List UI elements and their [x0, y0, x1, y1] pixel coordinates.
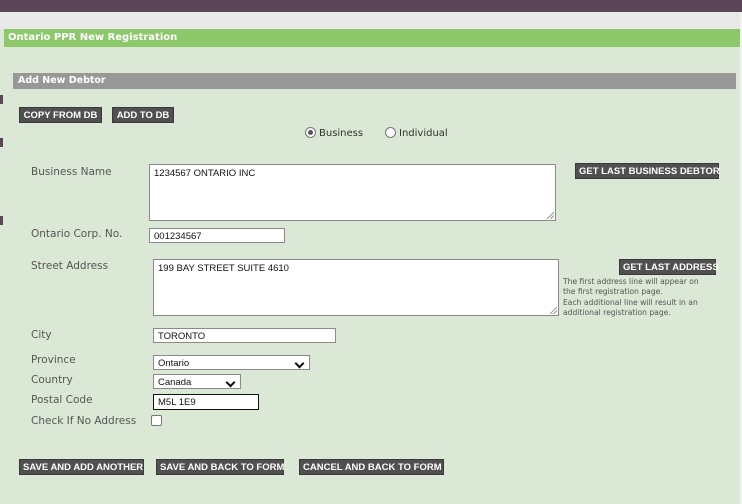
- section-title: Add New Debtor: [13, 73, 736, 89]
- street-address-field[interactable]: 199 BAY STREET SUITE 4610: [153, 259, 559, 316]
- cancel-and-back-to-form-button[interactable]: CANCEL AND BACK TO FORM: [299, 459, 444, 475]
- country-label: Country: [31, 374, 73, 386]
- save-and-back-to-form-button[interactable]: SAVE AND BACK TO FORM: [156, 459, 284, 475]
- address-note-line: the first registration page.: [563, 287, 663, 297]
- radio-business-indicator[interactable]: [305, 127, 316, 138]
- corp-no-label: Ontario Corp. No.: [31, 228, 123, 240]
- business-name-field[interactable]: 1234567 ONTARIO INC: [149, 164, 556, 221]
- address-note-line: The first address line will appear on: [563, 277, 699, 286]
- radio-business-label: Business: [319, 128, 364, 139]
- address-note-line: additional registration page.: [563, 307, 671, 317]
- province-value: Ontario: [158, 358, 190, 369]
- business-name-label: Business Name: [31, 166, 112, 178]
- postal-code-value: M5L 1E9: [158, 397, 196, 408]
- radio-individual[interactable]: Individual: [385, 127, 448, 139]
- corp-no-field[interactable]: 001234567: [149, 228, 285, 243]
- country-select[interactable]: Canada: [153, 374, 241, 389]
- address-note: The first address line will appear on th…: [563, 277, 735, 318]
- copy-from-db-button[interactable]: COPY FROM DB: [19, 107, 102, 123]
- add-to-db-button[interactable]: ADD TO DB: [112, 107, 174, 123]
- street-address-value: 199 BAY STREET SUITE 4610: [158, 263, 289, 274]
- address-note-line: Each additional line will result in an: [563, 297, 698, 307]
- city-label: City: [31, 329, 52, 341]
- city-field[interactable]: TORONTO: [153, 328, 336, 343]
- radio-individual-label: Individual: [399, 128, 448, 139]
- top-bar: [0, 0, 742, 12]
- no-address-label: Check If No Address: [31, 415, 137, 427]
- panel-title: Ontario PPR New Registration: [4, 29, 740, 47]
- left-edge-mark: [0, 138, 3, 147]
- resize-grip-icon[interactable]: [547, 212, 554, 219]
- nav-strip: [0, 12, 742, 29]
- get-last-business-debtor-button[interactable]: GET LAST BUSINESS DEBTOR: [575, 163, 720, 179]
- save-and-add-another-button[interactable]: SAVE AND ADD ANOTHER: [19, 459, 144, 475]
- city-value: TORONTO: [158, 331, 206, 342]
- resize-grip-icon[interactable]: [550, 307, 557, 314]
- postal-code-label: Postal Code: [31, 394, 93, 406]
- corp-no-value: 001234567: [154, 231, 202, 242]
- left-edge-mark: [0, 95, 3, 104]
- no-address-checkbox[interactable]: [151, 415, 162, 426]
- get-last-address-button[interactable]: GET LAST ADDRESS: [619, 259, 719, 275]
- business-name-value: 1234567 ONTARIO INC: [154, 168, 256, 179]
- left-edge-mark: [0, 216, 3, 225]
- radio-individual-indicator[interactable]: [385, 127, 396, 138]
- postal-code-field[interactable]: M5L 1E9: [153, 394, 259, 410]
- province-select[interactable]: Ontario: [153, 355, 310, 370]
- country-value: Canada: [158, 377, 192, 388]
- street-address-label: Street Address: [31, 260, 109, 272]
- radio-business[interactable]: Business: [305, 127, 363, 139]
- province-label: Province: [31, 354, 76, 366]
